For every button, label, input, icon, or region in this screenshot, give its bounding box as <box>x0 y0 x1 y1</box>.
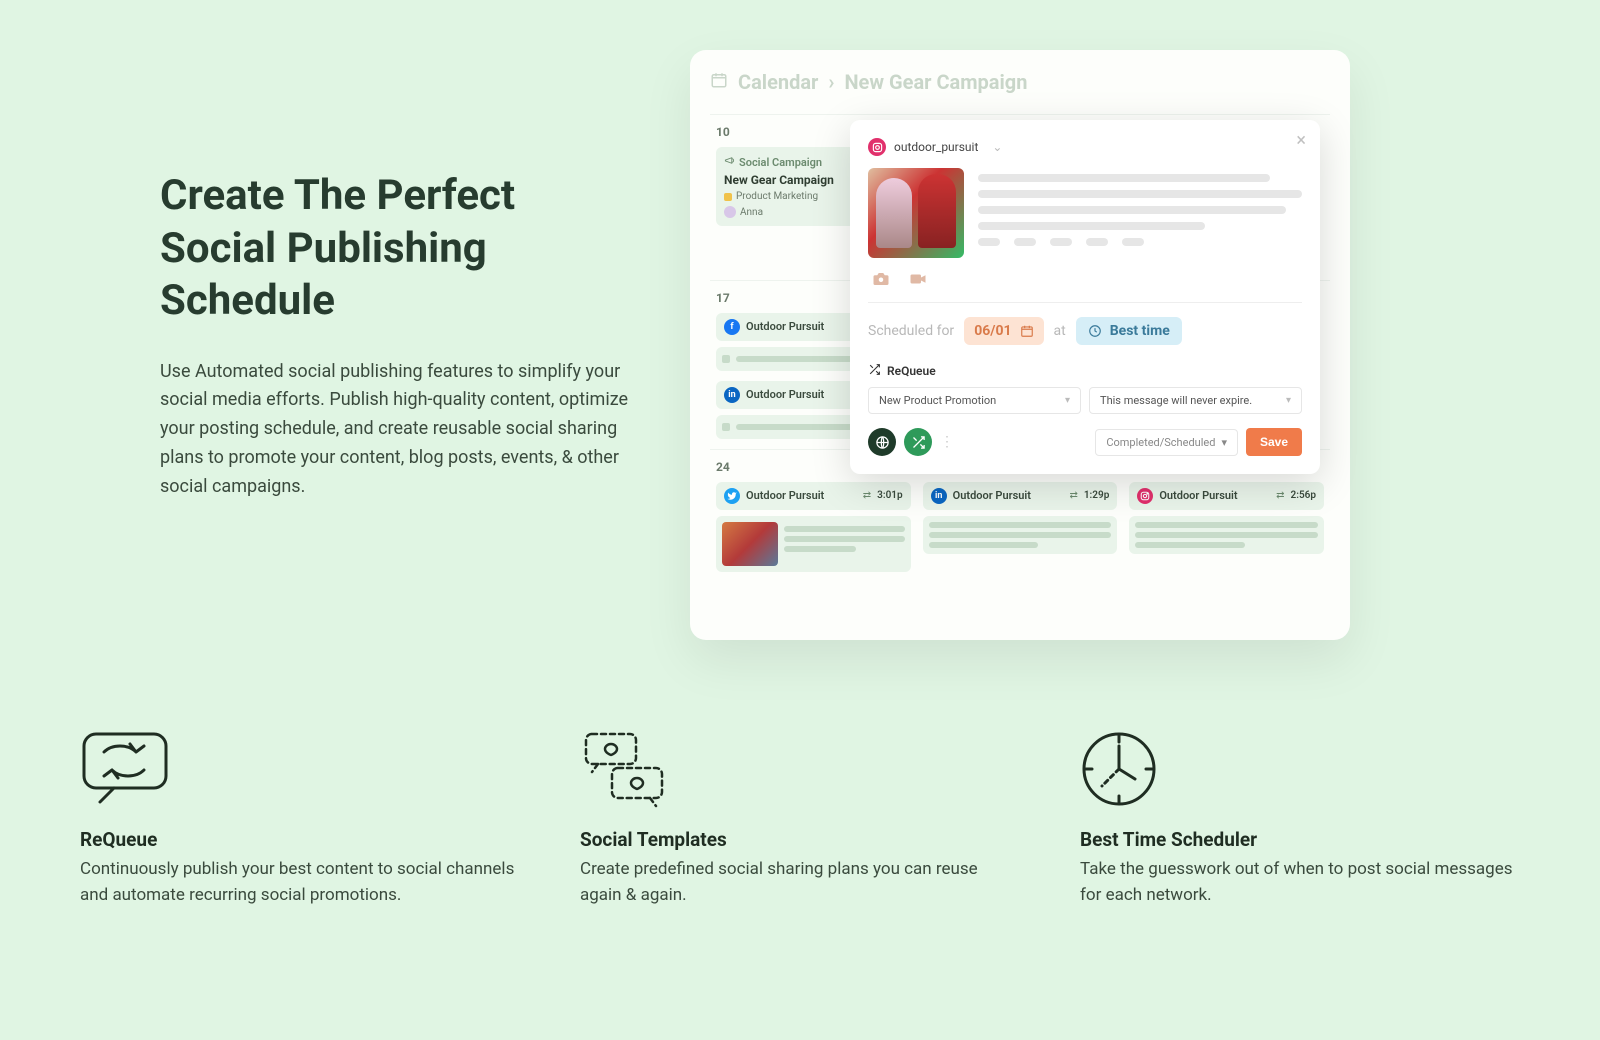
caption-placeholder[interactable] <box>978 168 1302 258</box>
post-card[interactable]: Outdoor Pursuit ⇄ 2:56p <box>1129 482 1324 510</box>
date-value: 06/01 <box>974 323 1011 339</box>
linkedin-icon: in <box>724 387 740 403</box>
feature-title: ReQueue <box>80 828 520 851</box>
video-icon[interactable] <box>908 270 928 292</box>
account-name: Outdoor Pursuit <box>746 489 857 502</box>
templates-icon <box>580 730 1020 810</box>
post-time: 3:01p <box>877 490 903 501</box>
facebook-icon: f <box>724 319 740 335</box>
chevron-down-icon: ▾ <box>1065 395 1070 406</box>
date-picker[interactable]: 06/01 <box>964 317 1043 345</box>
hero-body: Use Automated social publishing features… <box>160 358 630 502</box>
shuffle-icon: ⇄ <box>1276 490 1284 501</box>
feature-body: Create predefined social sharing plans y… <box>580 857 1020 908</box>
hero-title: Create The Perfect Social Publishing Sch… <box>160 170 630 328</box>
media-thumbnail[interactable] <box>868 168 964 258</box>
chevron-down-icon[interactable]: ⌄ <box>992 140 1002 154</box>
breadcrumb-leaf[interactable]: New Gear Campaign <box>844 70 1027 94</box>
at-label: at <box>1054 323 1066 339</box>
breadcrumb-root[interactable]: Calendar <box>738 70 818 94</box>
post-time: 1:29p <box>1084 490 1110 501</box>
post-card[interactable]: Outdoor Pursuit ⇄ 3:01p <box>716 482 911 510</box>
select-value: This message will never expire. <box>1100 394 1252 407</box>
account-name: Outdoor Pursuit <box>1159 489 1270 502</box>
campaign-owner: Anna <box>740 207 763 218</box>
thumbnail <box>722 522 778 566</box>
save-button[interactable]: Save <box>1246 428 1302 456</box>
best-time-button[interactable]: Best time <box>1076 317 1182 345</box>
chevron-right-icon: › <box>828 70 834 94</box>
campaign-tag: Social Campaign <box>739 156 822 169</box>
feature-templates: Social Templates Create predefined socia… <box>580 730 1020 908</box>
calendar-icon <box>710 70 728 94</box>
feature-body: Continuously publish your best content t… <box>80 857 520 908</box>
product-mock: Calendar › New Gear Campaign 10 Social C… <box>690 50 1350 650</box>
linkedin-icon: in <box>931 488 947 504</box>
more-icon[interactable]: ⋮ <box>940 434 954 450</box>
select-value: New Product Promotion <box>879 394 996 407</box>
shuffle-icon <box>868 363 881 379</box>
post-time: 2:56p <box>1291 490 1317 501</box>
globe-icon[interactable] <box>868 428 896 456</box>
feature-title: Best Time Scheduler <box>1080 828 1520 851</box>
feature-body: Take the guesswork out of when to post s… <box>1080 857 1520 908</box>
clock-icon <box>1080 730 1520 810</box>
megaphone-icon <box>724 155 735 169</box>
feature-title: Social Templates <box>580 828 1020 851</box>
requeue-icon <box>80 730 520 810</box>
post-card[interactable]: in Outdoor Pursuit ⇄ 1:29p <box>923 482 1118 510</box>
shuffle-icon: ⇄ <box>1069 490 1077 501</box>
scheduled-label: Scheduled for <box>868 323 954 339</box>
chevron-down-icon: ▾ <box>1286 395 1291 406</box>
avatar <box>724 206 736 218</box>
account-handle[interactable]: outdoor_pursuit <box>894 140 978 154</box>
post-preview[interactable] <box>716 516 911 572</box>
feature-requeue: ReQueue Continuously publish your best c… <box>80 730 520 908</box>
breadcrumb[interactable]: Calendar › New Gear Campaign <box>710 70 1330 94</box>
instagram-icon <box>868 138 886 156</box>
camera-icon[interactable] <box>872 270 890 292</box>
expire-select[interactable]: This message will never expire. ▾ <box>1089 387 1302 414</box>
post-preview[interactable] <box>923 516 1118 554</box>
campaign-dept: Product Marketing <box>736 191 818 202</box>
composer-modal: × outdoor_pursuit ⌄ <box>850 120 1320 474</box>
close-icon[interactable]: × <box>1296 130 1306 151</box>
instagram-icon <box>1137 488 1153 504</box>
feature-besttime: Best Time Scheduler Take the guesswork o… <box>1080 730 1520 908</box>
twitter-icon <box>724 488 740 504</box>
select-value: Completed/Scheduled <box>1106 436 1215 449</box>
requeue-label: ReQueue <box>887 364 936 378</box>
chevron-down-icon: ▾ <box>1221 436 1227 449</box>
shuffle-icon: ⇄ <box>863 490 871 501</box>
requeue-group-select[interactable]: New Product Promotion ▾ <box>868 387 1081 414</box>
account-name: Outdoor Pursuit <box>953 489 1064 502</box>
post-preview[interactable] <box>1129 516 1324 554</box>
shuffle-button[interactable] <box>904 428 932 456</box>
status-select[interactable]: Completed/Scheduled ▾ <box>1095 429 1238 456</box>
best-time-label: Best time <box>1110 323 1170 339</box>
